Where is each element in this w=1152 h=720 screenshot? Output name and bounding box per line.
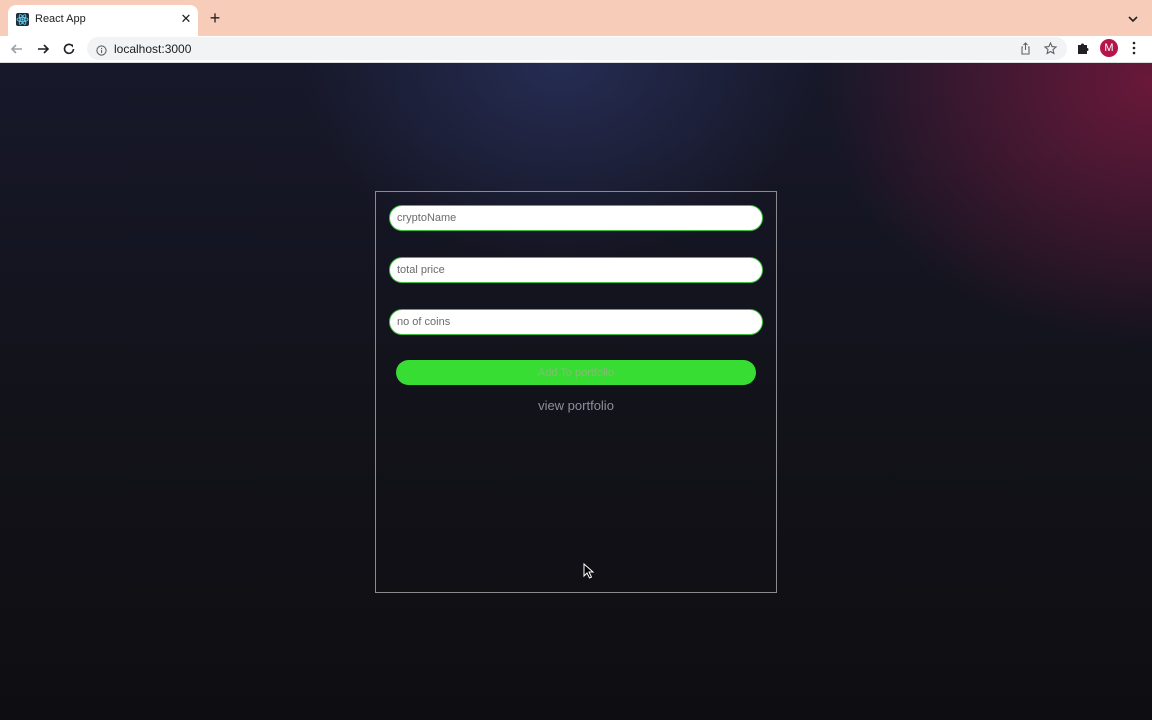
portfolio-form-card: Add To portfolio view portfolio bbox=[375, 191, 777, 593]
share-icon[interactable] bbox=[1019, 42, 1032, 55]
tab-title: React App bbox=[35, 13, 86, 25]
reload-icon[interactable] bbox=[60, 40, 78, 58]
arrow-left-icon[interactable] bbox=[8, 40, 26, 58]
total-price-input[interactable] bbox=[389, 257, 763, 283]
avatar[interactable]: M bbox=[1100, 39, 1118, 57]
react-logo-icon bbox=[16, 13, 29, 26]
info-icon[interactable] bbox=[96, 43, 107, 56]
page-body: Add To portfolio view portfolio bbox=[0, 63, 1152, 720]
add-to-portfolio-button[interactable]: Add To portfolio bbox=[396, 360, 756, 385]
url-text: localhost:3000 bbox=[114, 42, 192, 56]
coin-count-input[interactable] bbox=[389, 309, 763, 335]
kebab-menu-icon[interactable] bbox=[1129, 41, 1139, 55]
crypto-name-input[interactable] bbox=[389, 205, 763, 231]
address-bar[interactable]: localhost:3000 bbox=[87, 37, 1067, 60]
view-portfolio-link[interactable]: view portfolio bbox=[376, 398, 776, 413]
close-tab-icon[interactable]: ✕ bbox=[179, 12, 193, 26]
tab-strip: React App ✕ + bbox=[0, 0, 1152, 36]
star-icon[interactable] bbox=[1043, 41, 1058, 55]
chevron-down-icon[interactable] bbox=[1126, 12, 1140, 26]
mouse-pointer-icon bbox=[583, 562, 595, 579]
arrow-right-icon[interactable] bbox=[34, 40, 52, 58]
puzzle-icon[interactable] bbox=[1076, 41, 1090, 55]
browser-tab[interactable]: React App ✕ bbox=[8, 5, 198, 36]
browser-toolbar: localhost:3000 M bbox=[0, 36, 1152, 63]
new-tab-icon[interactable]: + bbox=[207, 9, 223, 27]
